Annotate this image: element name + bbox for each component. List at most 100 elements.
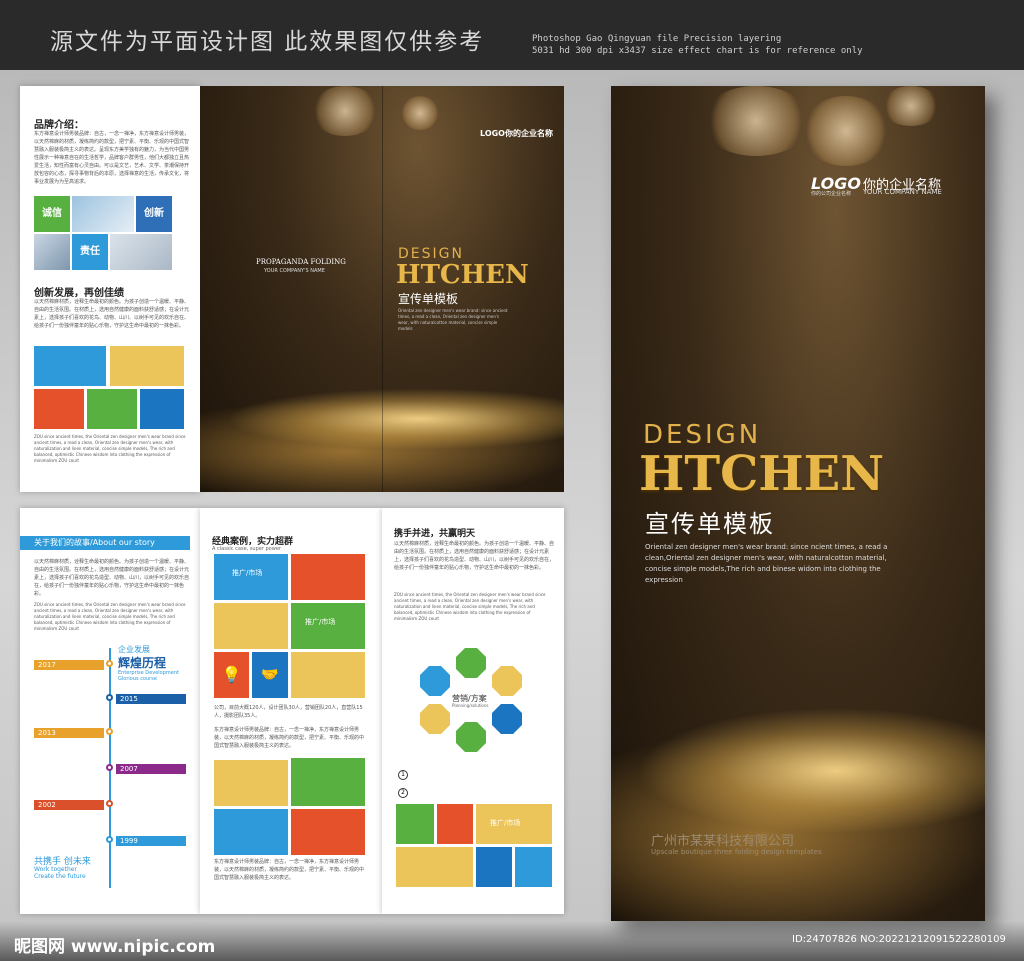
cover-tagline: Upscale boutique three folding design te…	[651, 848, 822, 856]
brand-heading: 品牌介绍：	[34, 120, 84, 131]
bokeh-light	[701, 86, 811, 156]
cover-company-en: YOUR COMPANY NAME	[863, 188, 942, 196]
case-tile-label: 推广/市场	[232, 569, 263, 577]
color-block	[34, 346, 106, 386]
partner-tile	[396, 804, 434, 844]
year-2007: 2007	[116, 764, 186, 774]
nipic-watermark[interactable]: 昵图网 www.nipic.com	[14, 932, 215, 957]
partner-tile	[515, 847, 552, 887]
cover-company-cn: 广州市某某科技有限公司	[651, 834, 795, 849]
story-body: 以天然棉麻材质，诠释生命最初的颜色。为孩子创造一个温暖、平静、自由的生活氛围。在…	[34, 559, 190, 597]
inner-title-cn: 宣传单模板	[398, 292, 459, 306]
inner-logo: LOGO你的企业名称	[480, 129, 553, 138]
partner-tile	[437, 804, 473, 844]
cover-company-sub: 你的公司企业名称	[811, 191, 852, 197]
case-tile	[214, 760, 288, 806]
timeline-en: Enterprise Development Glorious course	[118, 670, 179, 682]
cases-body: 东方禅意设计师男装品牌：自古，一念一禅净，东方禅意设计师男装，以天然棉麻的材质，…	[214, 727, 365, 749]
cases-stats: 公司，目前大概120人，设计团队30人，营销团队20人，直营队15人，摄影团队3…	[214, 705, 363, 719]
case-tile	[214, 809, 288, 855]
partner-panel: 携手并进，共赢明天 以天然棉麻材质，诠释生命最初的颜色。为孩子创造一个温暖、平静…	[382, 508, 564, 914]
octagon	[492, 666, 522, 696]
fold-line	[382, 86, 383, 492]
step-1-badge: 1	[398, 770, 408, 780]
timeline-dot	[106, 694, 113, 701]
story-tab: 关于我们的故事/About our story	[20, 536, 190, 550]
inner-htchen: HTCHEN	[396, 260, 529, 290]
cover-desc: Oriental zen designer men's wear brand: …	[645, 543, 888, 584]
timeline-dot	[106, 660, 113, 667]
year-2002: 2002	[34, 800, 104, 810]
tile-responsibility: 责任	[72, 234, 108, 270]
color-block	[34, 389, 84, 429]
color-block	[110, 346, 184, 386]
banner-subtitle-en: 5031 hd 300 dpi x3437 size effect chart …	[532, 46, 863, 56]
bokeh-light	[881, 86, 941, 126]
banner-title-en: Photoshop Gao Qingyuan file Precision la…	[532, 34, 782, 44]
partner-tile	[396, 847, 473, 887]
year-2017: 2017	[34, 660, 104, 670]
brand-foot-text: ZOU since ancient times, the Oriental ze…	[34, 434, 186, 463]
timeline-dot	[106, 800, 113, 807]
partner-tile	[476, 847, 512, 887]
partner-foot: ZOU since ancient times, the Oriental ze…	[394, 592, 546, 621]
tile-integrity: 诚信	[34, 196, 70, 232]
year-2013: 2013	[34, 728, 104, 738]
cover-htchen: HTCHEN	[639, 446, 885, 502]
cases-panel: 经典案例，实力超群 A classic case, super power 推广…	[200, 508, 382, 914]
color-block	[87, 389, 137, 429]
bokeh-light	[310, 86, 380, 136]
cover-title-cn: 宣传单模板	[645, 510, 775, 538]
inner-desc: Oriental zen designer men's wear brand: …	[398, 308, 508, 331]
bokeh-light	[400, 96, 440, 130]
timeline-main: 辉煌历程	[118, 656, 167, 670]
innovation-body: 以天然棉麻材质，诠释生命最初的颜色。为孩子创造一个温暖、平静、自由的生活氛围。在…	[34, 299, 190, 329]
story-foot-en: Work together Create the future	[34, 866, 86, 880]
story-foot: ZOU since ancient times, the Oriental ze…	[34, 602, 186, 630]
tile-photo	[72, 196, 134, 232]
case-tile	[291, 554, 365, 600]
story-panel: 关于我们的故事/About our story 以天然棉麻材质，诠释生命最初的颜…	[20, 508, 200, 914]
color-block	[140, 389, 184, 429]
brand-tiles: 诚信 创新 责任	[34, 196, 184, 270]
case-tile	[291, 809, 365, 855]
bokeh-light	[801, 96, 891, 166]
case-tile	[291, 758, 365, 806]
company-en-label: YOUR COMPANY'S NAME	[264, 268, 325, 274]
tile-photo-2	[34, 234, 70, 270]
timeline-dot	[106, 836, 113, 843]
inner-cover: LOGO你的企业名称 PROPAGANDA FOLDING YOUR COMPA…	[200, 86, 564, 492]
partner-tile-label: 推广/市场	[490, 819, 521, 827]
handshake-icon: 🤝	[252, 652, 288, 698]
octagon	[492, 704, 522, 734]
case-tile	[291, 652, 365, 698]
year-1999: 1999	[116, 836, 186, 846]
diagram-center-en: Planning/solutions	[452, 703, 489, 708]
timeline-dot	[106, 764, 113, 771]
banner-title-cn: 源文件为平面设计图 此效果图仅供参考	[50, 29, 485, 55]
year-2015: 2015	[116, 694, 186, 704]
tile-photo-3	[110, 234, 172, 270]
partner-tile: 推广/市场	[476, 804, 552, 844]
brand-panel: 品牌介绍： 东方禅意设计师男装品牌：自古，一念一禅净，东方禅意设计师男装，以天然…	[20, 86, 200, 492]
propaganda-label: PROPAGANDA FOLDING	[256, 258, 346, 266]
page: 源文件为平面设计图 此效果图仅供参考 Photoshop Gao Qingyua…	[0, 0, 1024, 961]
cases-body-2: 东方禅意设计师男装品牌：自古，一念一禅净，东方禅意设计师男装，以天然棉麻的材质，…	[214, 859, 365, 881]
lightbulb-icon: 💡	[214, 652, 249, 698]
partner-body: 以天然棉麻材质，诠释生命最初的颜色。为孩子创造一个温暖、平静、自由的生活氛围。在…	[394, 541, 554, 571]
case-tile: 推广/市场	[214, 554, 288, 600]
tile-innovation: 创新	[136, 196, 172, 232]
timeline-dot	[106, 728, 113, 735]
innovation-heading: 创新发展，再创佳绩	[34, 288, 124, 299]
case-tile: 推广/市场	[291, 603, 365, 649]
main-cover: LOGO 你的企业名称 你的公司企业名称 YOUR COMPANY NAME D…	[611, 86, 985, 921]
octagon	[456, 722, 486, 752]
partner-heading: 携手并进，共赢明天	[394, 529, 476, 539]
octagon	[420, 704, 450, 734]
case-tile	[214, 603, 288, 649]
octagon	[420, 666, 450, 696]
image-id: ID:24707826 NO:20221212091522280109	[792, 934, 1006, 945]
octagon	[456, 648, 486, 678]
cases-sub: A classic case, super power	[212, 546, 281, 552]
step-2-badge: 2	[398, 788, 408, 798]
